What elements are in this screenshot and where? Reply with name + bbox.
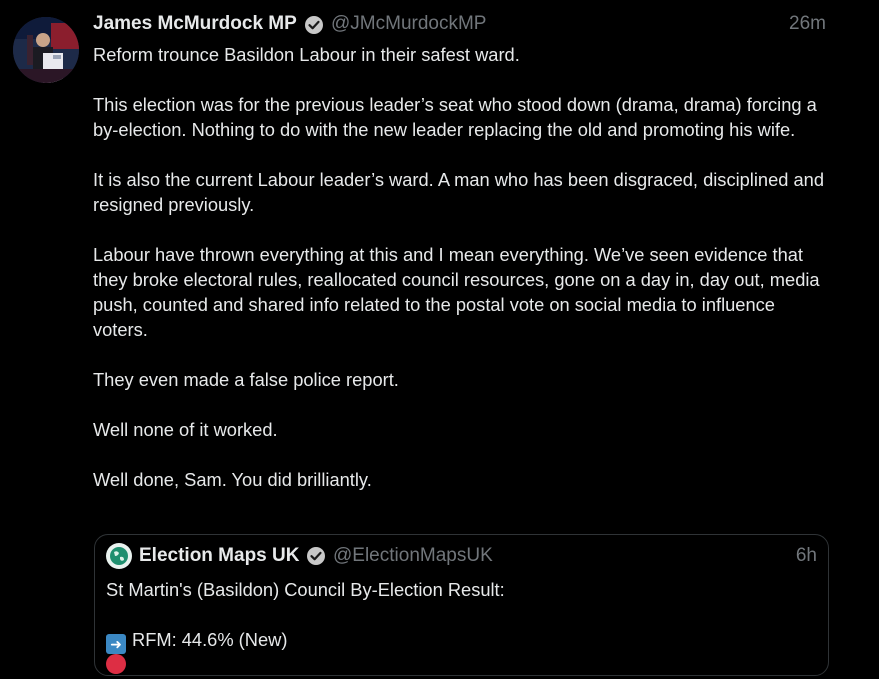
quoted-title-line: St Martin's (Basildon) Council By-Electi… — [106, 579, 505, 600]
author-avatar[interactable] — [13, 17, 79, 83]
tweet-body: Reform trounce Basildon Labour in their … — [93, 42, 833, 517]
tweet-paragraph: It is also the current Labour leader’s w… — [93, 169, 825, 215]
verified-badge-icon — [307, 547, 325, 565]
right-arrow-emoji-icon: ➜ — [106, 634, 126, 654]
quoted-result-row: ➜ RFM: 44.6% (New) — [106, 627, 806, 654]
quoted-result-line: RFM: 44.6% (New) — [132, 629, 288, 650]
tweet-paragraph: This election was for the previous leade… — [93, 94, 817, 140]
tweet-paragraph: Well done, Sam. You did brilliantly. — [93, 469, 372, 490]
quoted-author-handle[interactable]: @ElectionMapsUK — [333, 545, 493, 567]
tweet-header: James McMurdock MP @JMcMurdockMP 26m — [93, 11, 826, 39]
tweet-timestamp[interactable]: 26m — [789, 13, 826, 35]
avatar-photo-icon — [13, 17, 79, 83]
quoted-tweet[interactable]: Election Maps UK @ElectionMapsUK 6h St M… — [94, 534, 829, 676]
red-circle-emoji-icon — [106, 654, 126, 674]
verified-badge-icon — [305, 16, 323, 34]
tweet-paragraph: Reform trounce Basildon Labour in their … — [93, 44, 520, 65]
tweet-paragraph: They even made a false police report. — [93, 369, 399, 390]
tweet-paragraph: Well none of it worked. — [93, 419, 278, 440]
quoted-body: St Martin's (Basildon) Council By-Electi… — [106, 577, 806, 679]
quoted-timestamp[interactable]: 6h — [796, 545, 817, 567]
tweet-paragraph: Labour have thrown everything at this an… — [93, 244, 820, 340]
author-name[interactable]: James McMurdock MP — [93, 13, 297, 35]
quoted-author-avatar[interactable] — [106, 543, 132, 569]
globe-logo-icon — [107, 544, 131, 568]
author-handle[interactable]: @JMcMurdockMP — [331, 13, 486, 35]
quoted-author-name[interactable]: Election Maps UK — [139, 545, 299, 567]
